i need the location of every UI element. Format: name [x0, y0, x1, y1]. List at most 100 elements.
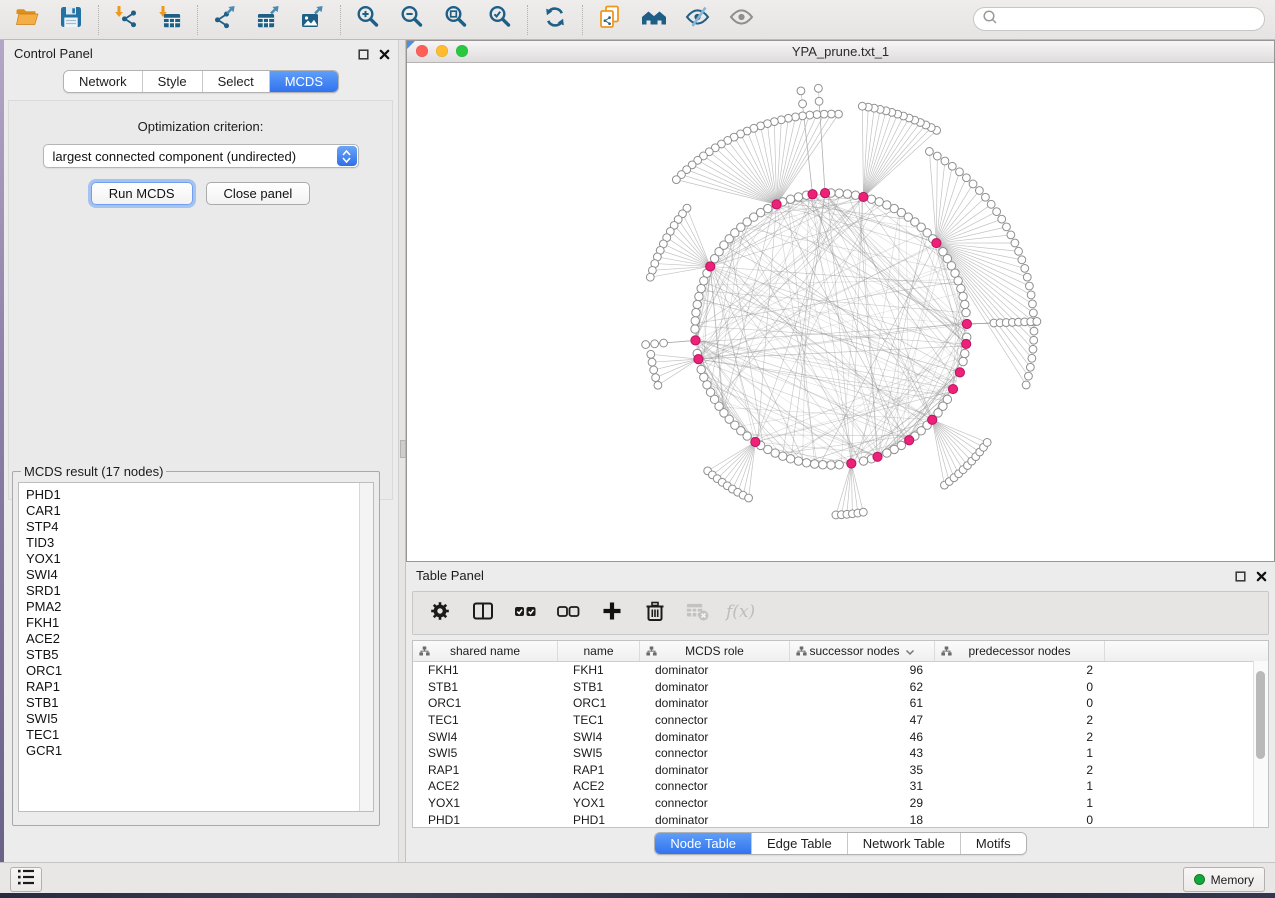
network-node[interactable]: [827, 461, 835, 469]
network-node[interactable]: [1033, 318, 1041, 326]
network-node[interactable]: [957, 284, 965, 292]
toolbar-button-zoom-out[interactable]: [398, 6, 426, 34]
toolbar-button-apply-layout[interactable]: [541, 6, 569, 34]
toolbar-button-save-session[interactable]: [57, 6, 85, 34]
mcds-result-list[interactable]: PHD1CAR1STP4TID3YOX1SWI4SRD1PMA2FKH1ACE2…: [18, 482, 374, 812]
network-node[interactable]: [691, 317, 699, 325]
toolbar-button-export-image[interactable]: [299, 6, 327, 34]
network-node[interactable]: [660, 339, 668, 347]
table-scrollbar-thumb[interactable]: [1256, 671, 1265, 759]
network-node[interactable]: [1030, 327, 1038, 335]
tab-network-table[interactable]: Network Table: [847, 833, 960, 854]
mcds-result-node[interactable]: PHD1: [19, 487, 373, 503]
network-node[interactable]: [802, 459, 810, 467]
tab-edge-table[interactable]: Edge Table: [751, 833, 847, 854]
toolbar-button-export-network[interactable]: [211, 6, 239, 34]
network-node[interactable]: [1025, 372, 1033, 380]
network-node[interactable]: [859, 508, 867, 516]
table-row[interactable]: TEC1TEC1connector472: [413, 712, 1268, 729]
network-node[interactable]: [983, 439, 991, 447]
network-node[interactable]: [835, 189, 843, 197]
network-node[interactable]: [1028, 354, 1036, 362]
table-toolbar-button-select-all[interactable]: [513, 600, 539, 626]
table-row[interactable]: YOX1YOX1connector291: [413, 795, 1268, 812]
toolbar-button-export-table[interactable]: [255, 6, 283, 34]
tab-select[interactable]: Select: [202, 71, 269, 92]
network-node[interactable]: [956, 168, 964, 176]
mcds-hub-node[interactable]: [808, 190, 817, 199]
column-header-predecessor-nodes[interactable]: predecessor nodes: [935, 641, 1105, 661]
panel-splitter[interactable]: [398, 40, 406, 862]
mcds-hub-node[interactable]: [820, 189, 829, 198]
network-node[interactable]: [859, 457, 867, 465]
mcds-hub-node[interactable]: [955, 368, 964, 377]
mcds-result-node[interactable]: STB1: [19, 695, 373, 711]
network-node[interactable]: [1029, 345, 1037, 353]
network-node[interactable]: [987, 200, 995, 208]
mcds-result-node[interactable]: TEC1: [19, 727, 373, 743]
mcds-list-scrollbar[interactable]: [359, 483, 373, 811]
criterion-dropdown[interactable]: largest connected component (undirected): [43, 144, 359, 168]
mcds-hub-node[interactable]: [772, 200, 781, 209]
toolbar-button-zoom-selected[interactable]: [486, 6, 514, 34]
toolbar-button-show-all[interactable]: [728, 6, 756, 34]
search-box[interactable]: [973, 7, 1265, 31]
network-node[interactable]: [933, 152, 941, 160]
window-minimize-button[interactable]: [436, 45, 448, 57]
network-node[interactable]: [1007, 231, 1015, 239]
toolbar-button-zoom-fit[interactable]: [442, 6, 470, 34]
network-node[interactable]: [794, 193, 802, 201]
table-scrollbar[interactable]: [1253, 661, 1268, 827]
network-node[interactable]: [982, 193, 990, 201]
table-row[interactable]: ORC1ORC1dominator610: [413, 695, 1268, 712]
network-node[interactable]: [648, 358, 656, 366]
table-row[interactable]: SWI5SWI5connector431: [413, 745, 1268, 762]
tab-motifs[interactable]: Motifs: [960, 833, 1026, 854]
float-panel-icon[interactable]: [358, 47, 369, 65]
network-node[interactable]: [672, 176, 680, 184]
mcds-hub-node[interactable]: [751, 437, 760, 446]
network-node[interactable]: [646, 273, 654, 281]
network-node[interactable]: [1023, 273, 1031, 281]
network-node[interactable]: [695, 292, 703, 300]
network-node[interactable]: [745, 494, 753, 502]
table-row[interactable]: PHD1PHD1dominator180: [413, 811, 1268, 828]
network-node[interactable]: [858, 102, 866, 110]
tab-style[interactable]: Style: [142, 71, 202, 92]
mcds-hub-node[interactable]: [962, 319, 971, 328]
network-node[interactable]: [843, 190, 851, 198]
mcds-hub-node[interactable]: [873, 452, 882, 461]
table-row[interactable]: ACE2ACE2connector311: [413, 778, 1268, 795]
mcds-hub-node[interactable]: [905, 436, 914, 445]
network-node[interactable]: [954, 277, 962, 285]
network-node[interactable]: [1021, 265, 1029, 273]
network-node[interactable]: [1022, 381, 1030, 389]
window-close-button[interactable]: [416, 45, 428, 57]
column-header-shared-name[interactable]: shared name: [413, 641, 558, 661]
table-row[interactable]: RAP1RAP1dominator352: [413, 762, 1268, 779]
network-node[interactable]: [926, 148, 934, 156]
mcds-result-node[interactable]: PMA2: [19, 599, 373, 615]
network-node[interactable]: [941, 157, 949, 165]
network-node[interactable]: [948, 162, 956, 170]
network-node[interactable]: [959, 292, 967, 300]
network-node[interactable]: [700, 373, 708, 381]
column-header-successor-nodes[interactable]: successor nodes: [790, 641, 935, 661]
network-node[interactable]: [1003, 223, 1011, 231]
mcds-hub-node[interactable]: [932, 238, 941, 247]
toolbar-button-import-table[interactable]: [156, 6, 184, 34]
search-input[interactable]: [1003, 11, 1257, 28]
toolbar-button-import-network[interactable]: [112, 6, 140, 34]
network-node[interactable]: [1025, 282, 1033, 290]
network-node[interactable]: [975, 187, 983, 195]
show-panels-button[interactable]: [10, 867, 42, 892]
network-node[interactable]: [647, 350, 655, 358]
table-toolbar-button-delete-column[interactable]: [642, 600, 668, 626]
network-node[interactable]: [1015, 247, 1023, 255]
mcds-result-node[interactable]: FKH1: [19, 615, 373, 631]
network-node[interactable]: [1018, 256, 1026, 264]
network-node[interactable]: [799, 100, 807, 108]
mcds-result-node[interactable]: CAR1: [19, 503, 373, 519]
network-node[interactable]: [1026, 363, 1034, 371]
node-table[interactable]: shared namenameMCDS rolesuccessor nodesp…: [412, 640, 1269, 828]
